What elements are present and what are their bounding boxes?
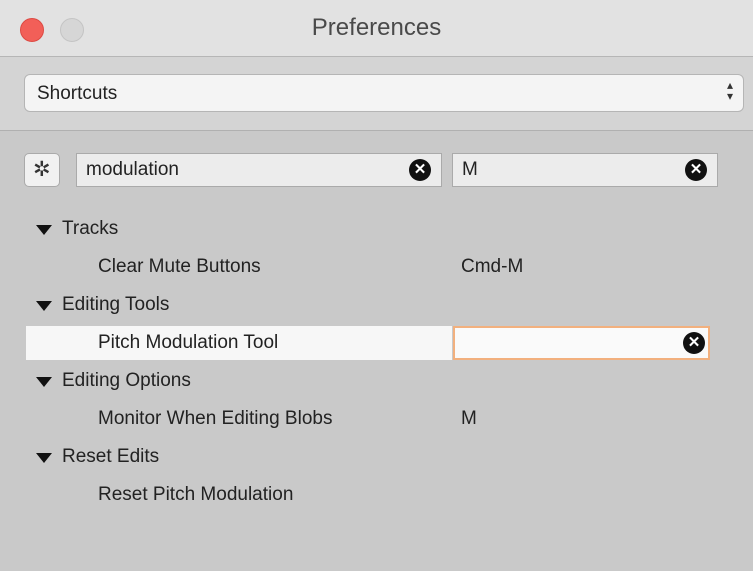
command-search-field: ✕ xyxy=(76,153,442,187)
group-row-editing-tools[interactable]: Editing Tools xyxy=(0,288,753,322)
group-row-editing-options[interactable]: Editing Options xyxy=(0,364,753,398)
shortcut-value[interactable]: Cmd-M xyxy=(461,256,523,278)
category-select[interactable]: Shortcuts ▴ ▾ xyxy=(24,74,744,112)
category-select-value: Shortcuts xyxy=(37,83,118,104)
shortcut-row-selected[interactable]: Pitch Modulation Tool ✕ xyxy=(0,326,753,360)
shortcut-row[interactable]: Monitor When Editing Blobs M xyxy=(0,402,753,436)
disclosure-triangle-icon[interactable] xyxy=(36,225,52,235)
window-title: Preferences xyxy=(311,14,442,41)
disclosure-triangle-icon[interactable] xyxy=(36,377,52,387)
command-label: Clear Mute Buttons xyxy=(98,256,261,277)
clear-key-search-icon[interactable]: ✕ xyxy=(685,159,707,181)
group-row-tracks[interactable]: Tracks xyxy=(0,212,753,246)
gear-icon: ✲ xyxy=(33,158,51,181)
shortcut-row[interactable]: Clear Mute Buttons Cmd-M xyxy=(0,250,753,284)
command-search-input[interactable] xyxy=(77,154,441,186)
preferences-window: Preferences Shortcuts ▴▾ ✲ ✕ ✕ Tracks Cl… xyxy=(0,0,753,571)
group-label: Tracks xyxy=(62,218,119,239)
key-search-input[interactable] xyxy=(453,154,717,186)
group-label: Editing Tools xyxy=(62,294,170,315)
clear-shortcut-icon[interactable]: ✕ xyxy=(683,332,705,354)
disclosure-triangle-icon[interactable] xyxy=(36,301,52,311)
command-label: Reset Pitch Modulation xyxy=(98,484,294,505)
command-label: Pitch Modulation Tool xyxy=(98,332,279,353)
command-label: Monitor When Editing Blobs xyxy=(98,408,333,429)
key-search-field: ✕ xyxy=(452,153,718,187)
clear-command-search-icon[interactable]: ✕ xyxy=(409,159,431,181)
disclosure-triangle-icon[interactable] xyxy=(36,453,52,463)
category-panel: Shortcuts ▴ ▾ xyxy=(0,57,753,131)
group-label: Editing Options xyxy=(62,370,191,391)
title-bar: Preferences xyxy=(0,0,753,57)
group-label: Reset Edits xyxy=(62,446,160,467)
shortcut-row[interactable]: Reset Pitch Modulation xyxy=(0,478,753,512)
shortcut-value[interactable]: M xyxy=(461,408,477,430)
shortcut-edit-field[interactable]: ✕ xyxy=(453,326,710,360)
gear-button[interactable]: ✲ xyxy=(24,153,60,187)
group-row-reset-edits[interactable]: Reset Edits xyxy=(0,440,753,474)
select-arrows-icon: ▴ ▾ xyxy=(726,78,733,103)
